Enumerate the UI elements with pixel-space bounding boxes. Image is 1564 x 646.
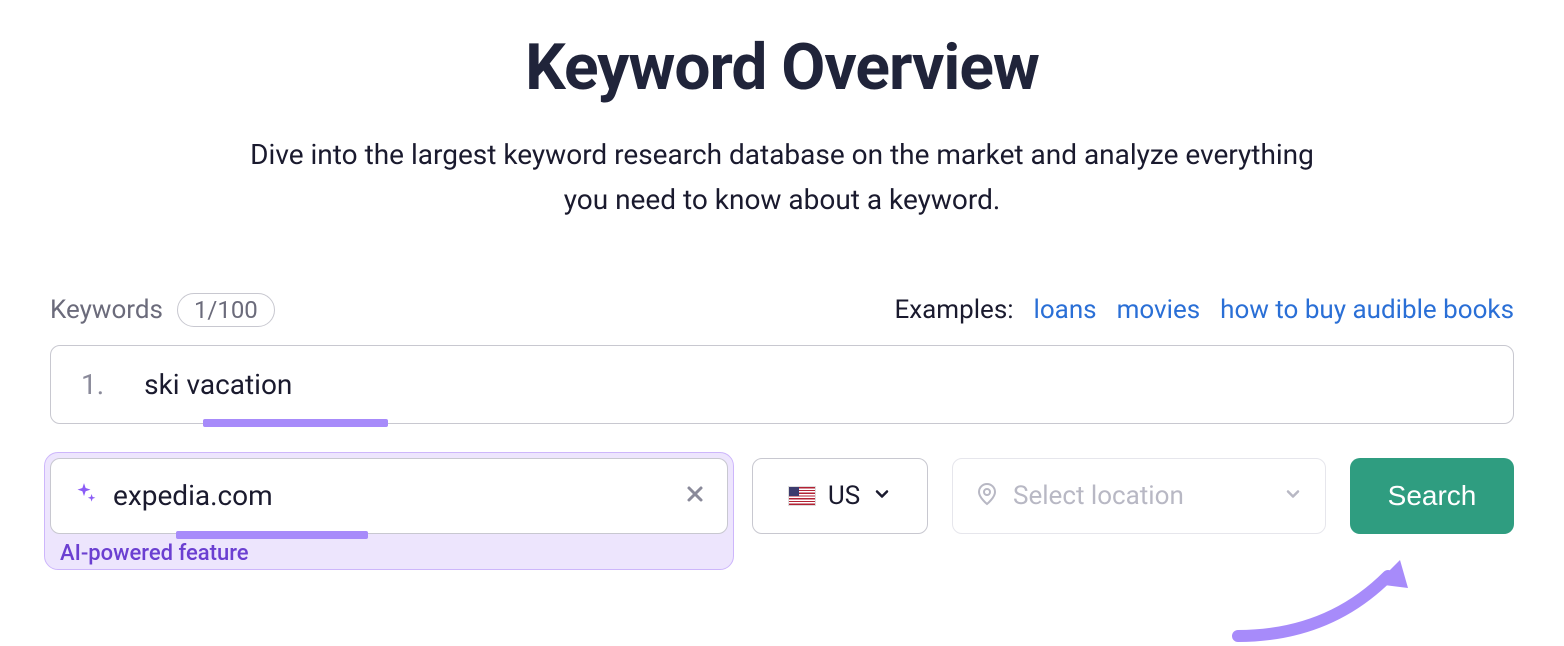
domain-input[interactable]: expedia.com xyxy=(50,458,728,534)
ai-feature-label: AI-powered feature xyxy=(60,541,249,566)
location-selector[interactable]: Select location xyxy=(952,458,1326,534)
examples-label: Examples: xyxy=(894,295,1013,325)
clear-icon[interactable] xyxy=(683,482,707,510)
example-link-audible[interactable]: how to buy audible books xyxy=(1220,295,1514,325)
sparkle-icon xyxy=(71,481,97,511)
annotation-arrow-icon xyxy=(1228,556,1428,646)
page-title: Keyword Overview xyxy=(50,30,1514,105)
keyword-input[interactable]: 1. ski vacation xyxy=(50,345,1514,424)
chevron-down-icon xyxy=(872,484,892,508)
chevron-down-icon xyxy=(1283,484,1303,508)
highlight-underline-icon xyxy=(176,531,368,539)
example-link-loans[interactable]: loans xyxy=(1034,295,1097,325)
country-code: US xyxy=(828,481,860,511)
keywords-label-text: Keywords xyxy=(50,295,163,325)
search-button[interactable]: Search xyxy=(1350,458,1514,534)
domain-value: expedia.com xyxy=(113,479,667,512)
page-subtitle: Dive into the largest keyword research d… xyxy=(232,133,1332,223)
pin-icon xyxy=(975,482,999,510)
location-placeholder: Select location xyxy=(1013,481,1269,511)
examples-row: Examples: loans movies how to buy audibl… xyxy=(894,295,1514,325)
flag-us-icon xyxy=(788,486,816,506)
keyword-value: ski vacation xyxy=(144,368,292,401)
highlight-underline-icon xyxy=(203,419,388,427)
example-link-movies[interactable]: movies xyxy=(1117,295,1201,325)
keywords-count-pill: 1/100 xyxy=(177,293,275,327)
keyword-index: 1. xyxy=(81,368,104,401)
country-selector[interactable]: US xyxy=(752,458,928,534)
keywords-counter: Keywords 1/100 xyxy=(50,293,275,327)
